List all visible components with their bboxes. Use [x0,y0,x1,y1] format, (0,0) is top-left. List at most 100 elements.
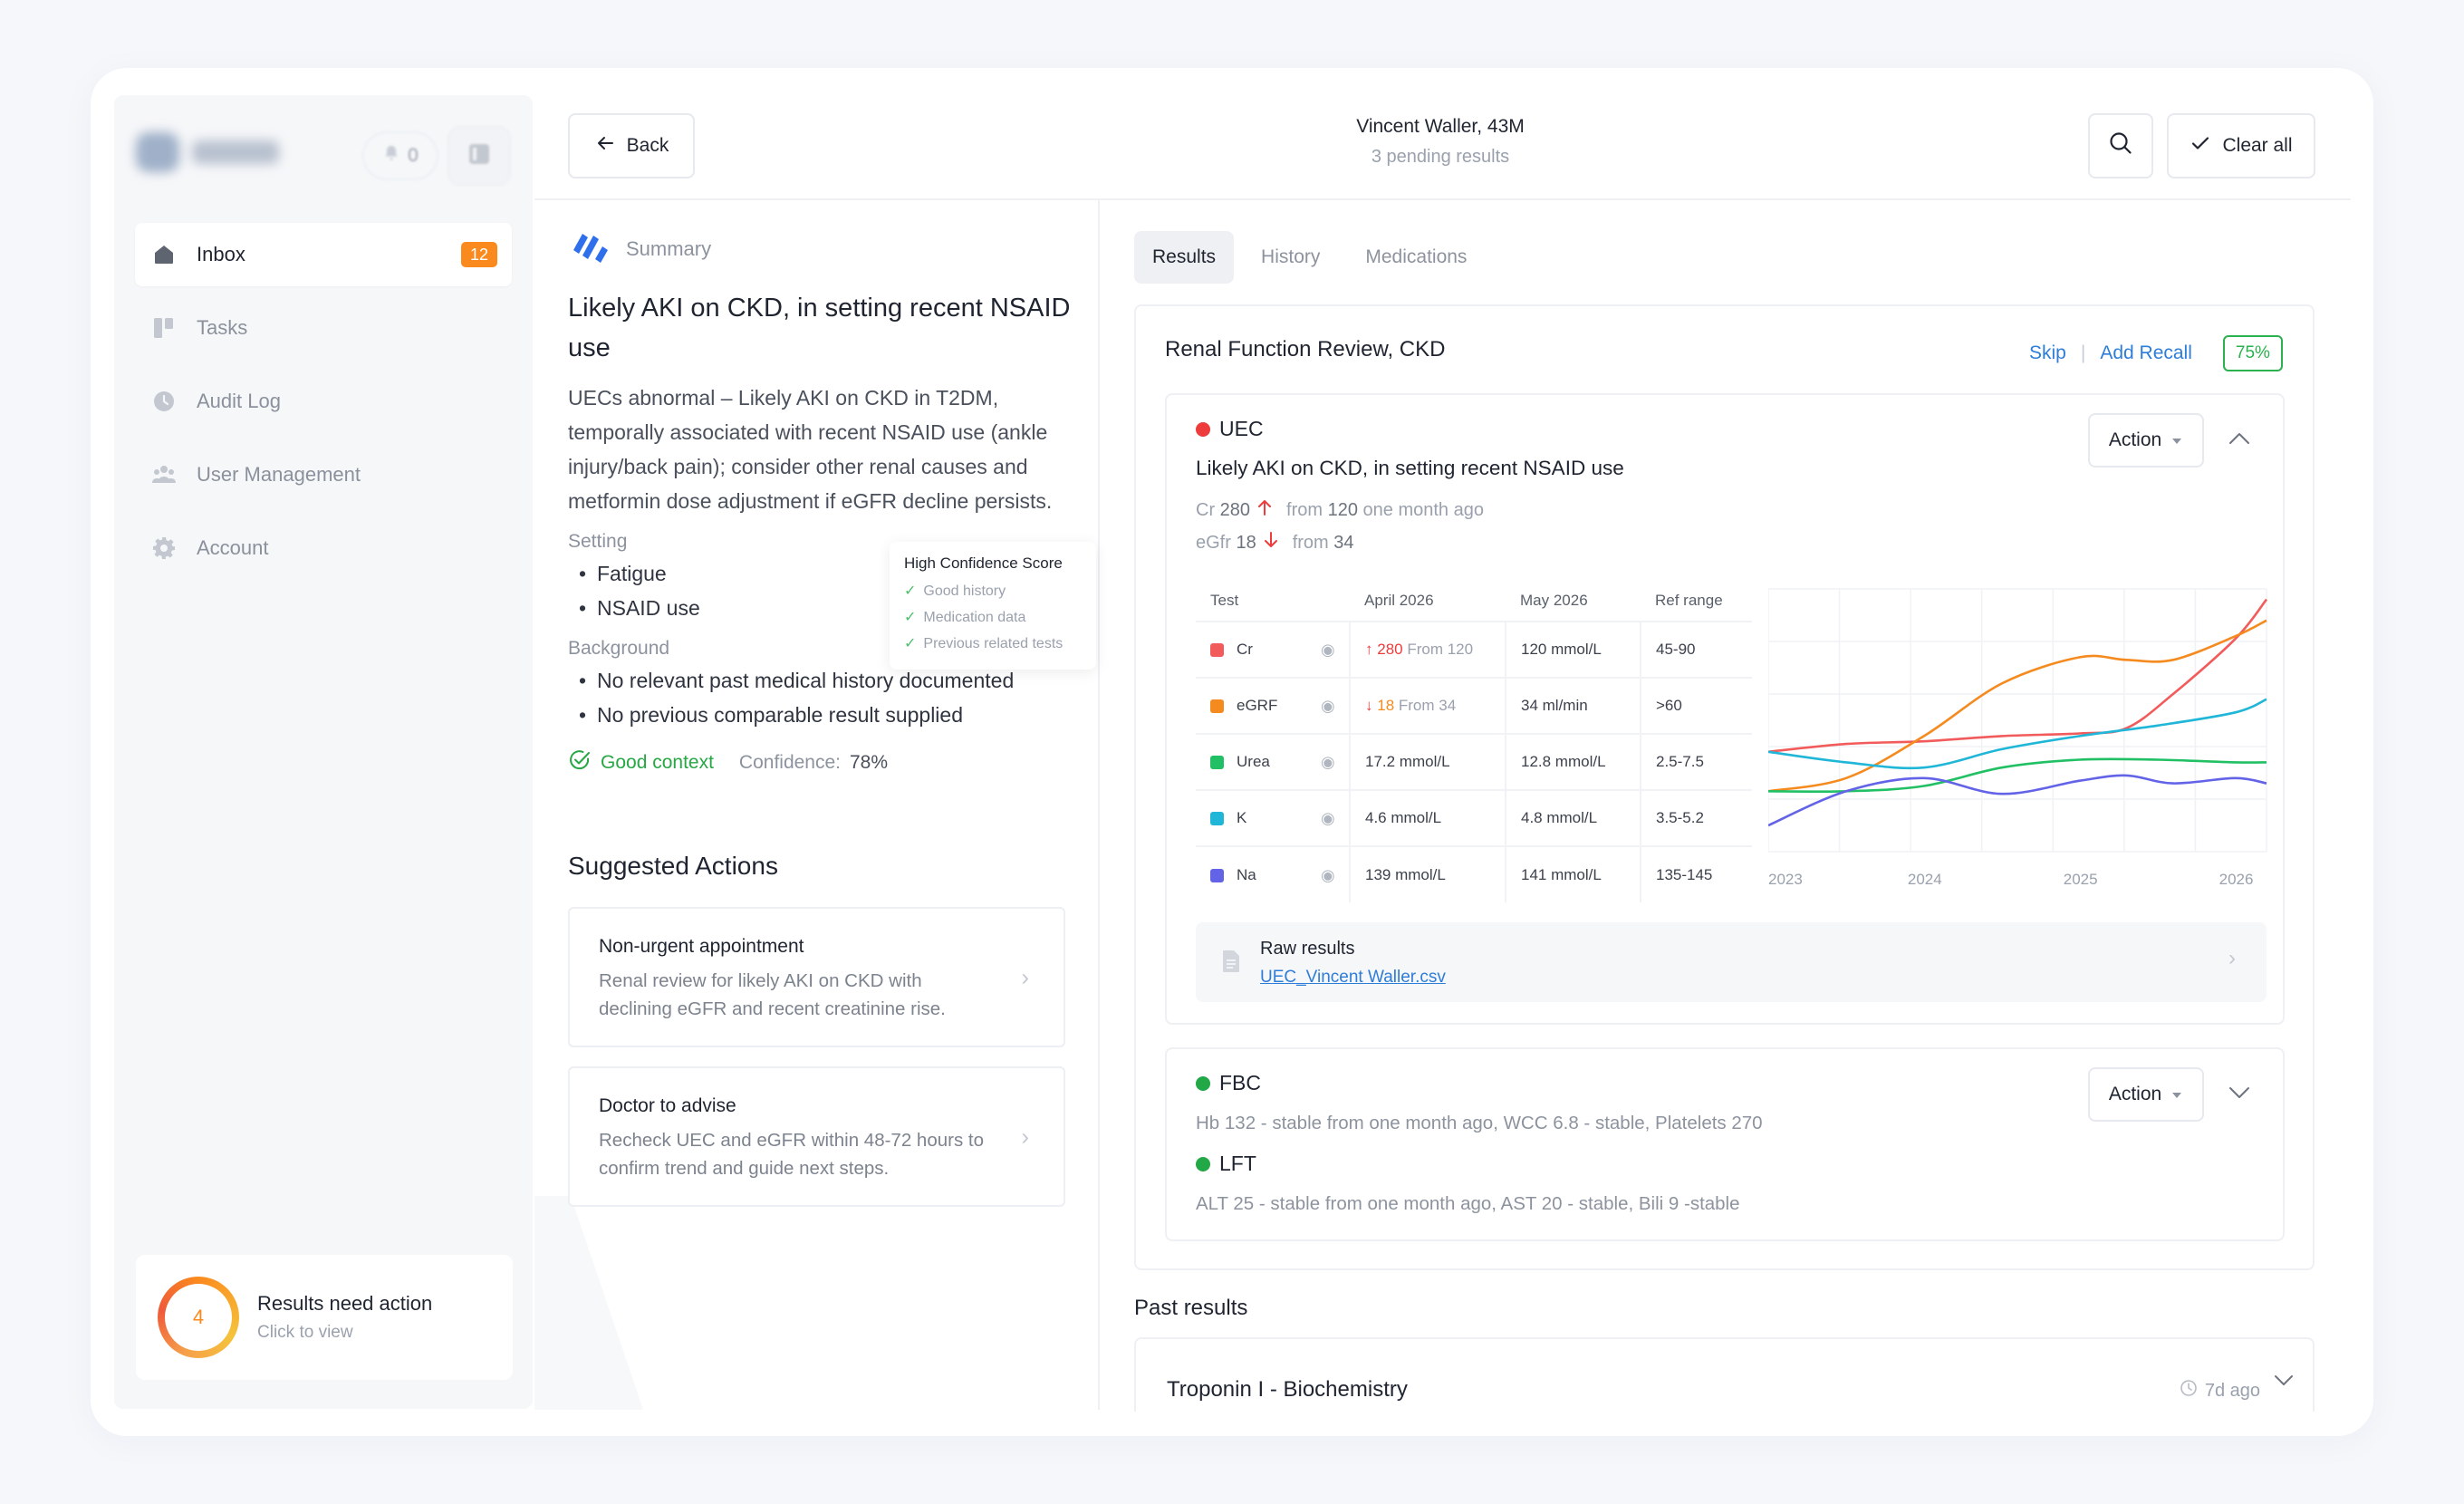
results-need-action-subtitle: Click to view [257,1323,353,1342]
document-icon [1221,950,1241,978]
series-line-k [1768,698,2267,770]
add-recall-link[interactable]: Add Recall [2100,342,2192,364]
notifications-button[interactable]: 0 [362,131,438,180]
table-row: Cr ◉ ↑ 280 From 120 120 mmol/L 45-90 [1196,621,1752,678]
expand-fbc-button[interactable] [2221,1076,2257,1113]
background-list: No relevant past medical history documen… [568,663,1071,732]
raw-results-row[interactable]: Raw results UEC_Vincent Waller.csv › [1196,922,2267,1002]
board-icon [151,315,177,341]
april-cell: 139 mmol/L [1349,845,1506,902]
tab-medications[interactable]: Medications [1347,231,1485,284]
fbc-action-dropdown[interactable]: Action [2088,1067,2204,1122]
action-label: Action [2108,429,2162,450]
result-tabs: Results History Medications [1134,231,1485,284]
suggested-action-card[interactable]: Doctor to advise Recheck UEC and eGFR wi… [568,1066,1065,1207]
confidence-value: 78% [850,752,889,773]
sidebar-item-label: Audit Log [197,390,281,412]
results-count-ring: 4 [158,1277,239,1358]
clear-all-button[interactable]: Clear all [2167,113,2315,178]
summary-panel: Summary Likely AKI on CKD, in setting re… [568,227,1071,777]
series-swatch [1210,868,1224,882]
arrow-down-icon: ↓ [1365,697,1378,714]
eye-icon[interactable]: ◉ [1321,641,1335,660]
suggested-action-card[interactable]: Non-urgent appointment Renal review for … [568,907,1065,1047]
chevron-right-icon: › [2228,946,2236,970]
tooltip-item: ✓ Medication data [904,604,1082,631]
results-count: 4 [165,1284,232,1351]
confidence-label: Confidence: [738,752,841,773]
eye-icon[interactable]: ◉ [1321,753,1335,772]
results-need-action-card[interactable]: 4 Results need action Click to view [136,1255,513,1380]
sidebar-toggle-icon [467,142,491,170]
series-swatch [1210,756,1224,770]
uec-action-dropdown[interactable]: Action [2088,413,2204,468]
collapse-uec-button[interactable] [2221,422,2257,458]
bell-icon [382,144,400,168]
arrow-up-icon: ↑ [1365,641,1378,658]
chevron-right-icon: › [1021,1123,1029,1150]
ref-cell: 45-90 [1640,621,1752,678]
status-dot [1196,1075,1210,1091]
past-results-title: Past results [1134,1296,1248,1320]
april-cell: ↑ 280 From 120 [1349,621,1506,678]
list-item: No previous comparable result supplied [568,698,1071,732]
background-decoration [534,1196,643,1410]
may-cell: 34 ml/min [1505,677,1641,734]
past-result-item[interactable]: Troponin I - Biochemistry 7d ago [1134,1337,2315,1412]
sidebar-item-tasks[interactable]: Tasks [135,296,512,360]
series-swatch [1210,699,1224,714]
tooltip-item: ✓ Previous related tests [904,631,1082,657]
may-cell: 120 mmol/L [1505,621,1641,678]
inbox-count-badge: 12 [461,242,497,267]
sidebar-item-label: Inbox [197,243,245,265]
test-cell: eGRF ◉ [1196,677,1350,734]
eye-icon[interactable]: ◉ [1321,697,1335,716]
test-cell: Urea ◉ [1196,733,1350,790]
skip-link[interactable]: Skip [2029,342,2066,364]
column-header: Test [1210,591,1239,609]
context-label: Good context [601,752,714,773]
summary-title: Likely AKI on CKD, in setting recent NSA… [568,294,1071,362]
caret-down-icon [2170,1084,2183,1105]
sidebar-item-label: Tasks [197,316,248,339]
gear-icon [151,535,177,561]
may-cell: 4.8 mmol/L [1505,789,1641,846]
trend-chart: 2023 2024 2025 2026 [1768,588,2268,888]
status-dot [1196,421,1210,437]
caret-down-icon [2170,429,2183,451]
eye-icon[interactable]: ◉ [1321,809,1335,828]
tab-history[interactable]: History [1243,231,1338,284]
test-cell: Cr ◉ [1196,621,1350,678]
pending-results-count: 3 pending results [1371,147,1510,167]
sidebar-item-label: Account [197,536,269,559]
sidebar-collapse-button[interactable] [448,126,511,186]
raw-results-file-link[interactable]: UEC_Vincent Waller.csv [1260,968,1446,988]
fbc-name: FBC [1219,1071,1261,1094]
tab-results[interactable]: Results [1134,231,1235,284]
suggested-action-title: Non-urgent appointment [599,936,804,957]
check-icon [2190,132,2211,159]
patient-name: Vincent Waller, 43M [1356,116,1525,137]
column-header: April 2026 [1364,591,1434,609]
sidebar-item-user-management[interactable]: User Management [135,443,512,506]
past-result-time: 7d ago [2180,1379,2260,1403]
back-label: Back [626,135,669,156]
back-button[interactable]: Back [568,113,695,178]
suggested-action-desc: Recheck UEC and eGFR within 48-72 hours … [599,1130,985,1179]
sidebar-item-account[interactable]: Account [135,516,512,580]
confidence-row: Good context Confidence: 78% [568,748,1071,777]
ref-cell: 3.5-5.2 [1640,789,1752,846]
check-circle-icon [568,748,592,777]
sidebar-item-audit-log[interactable]: Audit Log [135,370,512,433]
test-cell: Na ◉ [1196,845,1350,902]
eye-icon[interactable]: ◉ [1321,866,1335,885]
review-actions: Skip | Add Recall 75% [2029,335,2283,371]
search-button[interactable] [2088,113,2153,178]
results-table: Test April 2026 May 2026 Ref range Cr ◉ ↑… [1196,580,1752,902]
uec-summary: Likely AKI on CKD, in setting recent NSA… [1196,457,1624,479]
tooltip-item: ✓ Good history [904,578,1082,604]
sidebar-item-inbox[interactable]: Inbox 12 [135,223,512,286]
tooltip-title: High Confidence Score [904,554,1063,572]
x-tick-label: 2026 [2219,871,2254,888]
divider: | [2080,342,2086,363]
